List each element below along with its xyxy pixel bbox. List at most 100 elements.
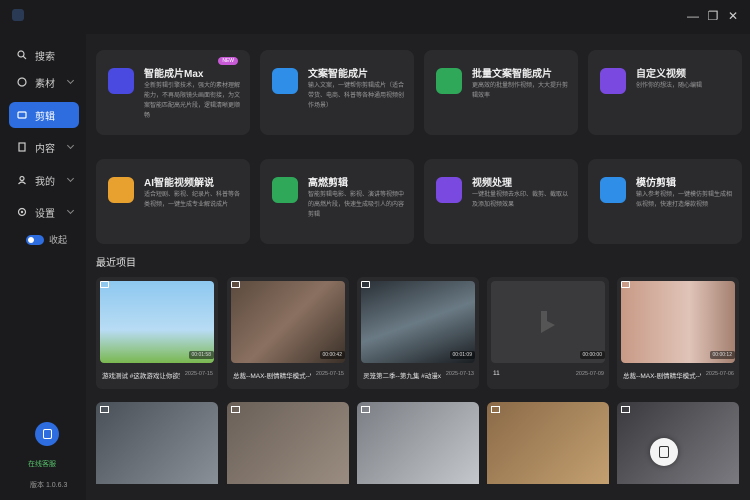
chat-icon	[42, 429, 52, 439]
scissors-icon	[17, 111, 27, 119]
film-scissors-icon	[272, 177, 298, 203]
folder-icon	[361, 281, 370, 288]
toggle-switch[interactable]	[26, 234, 44, 245]
project-date: 2025-07-13	[445, 371, 474, 377]
sidebar-item-search[interactable]: 搜索	[9, 42, 79, 68]
folder-icon	[621, 406, 630, 413]
chevron-down-icon	[66, 206, 75, 215]
tool-card-ai-narration[interactable]: AI智能视频解说 适合短剧、影视、纪录片、科普等各类视频，一键生成专业解说成片	[96, 159, 250, 244]
tool-desc: 智能剪辑电影、影视、演讲等视频中的高燃片段，快速生成吸引人的内容剪辑	[308, 192, 405, 218]
folder-icon	[231, 406, 240, 413]
sidebar-item-label: 我的	[35, 176, 55, 188]
project-name: 总裁--MAX-剧情精华模式--V1	[623, 373, 701, 380]
robot-icon	[108, 68, 134, 94]
version-label: 版本 1.0.6.3	[30, 482, 68, 489]
app-logo-icon	[12, 9, 24, 21]
tool-desc: 一键批量视频去水印、裁剪、截取以及添加视频效果	[472, 192, 569, 208]
sidebar-item-mine[interactable]: 我的	[9, 167, 79, 193]
project-date: 2025-07-09	[575, 371, 604, 377]
tool-card-video-process[interactable]: 视频处理 一键批量视频去水印、裁剪、截取以及添加视频效果	[424, 159, 578, 244]
tool-title: 高燃剪辑	[308, 178, 348, 189]
project-card[interactable]: 00:00:42 总裁--MAX-剧情精华模式--V2 2025-07-15	[227, 277, 349, 389]
ai-chat-icon	[108, 177, 134, 203]
sidebar-item-label: 剪辑	[35, 111, 55, 123]
folder-icon	[361, 406, 370, 413]
project-card[interactable]: 00:00:00 11 2025-07-09	[487, 277, 609, 389]
gear-icon	[17, 207, 27, 217]
project-name: 11	[493, 370, 500, 377]
project-date: 2025-07-06	[705, 371, 734, 377]
duration-label: 00:00:42	[319, 351, 345, 359]
project-date: 2025-07-15	[315, 371, 344, 377]
sidebar: 搜索 素材 剪辑 内容 我的 设置 收起 在线客服 版本 1.0.6.3	[0, 34, 86, 500]
project-name: 游戏测试 #这款游戏让你欲罢不能	[102, 373, 180, 380]
sidebar-item-settings[interactable]: 设置	[9, 199, 79, 225]
close-icon[interactable]: ✕	[726, 9, 740, 23]
project-date: 2025-07-15	[184, 371, 213, 377]
tool-desc: 输入参考视频，一键模仿剪辑生成相似视频，快速打造爆款视频	[636, 192, 733, 208]
folder-icon	[621, 281, 630, 288]
online-service-link[interactable]: 在线客服	[28, 459, 56, 469]
feedback-button[interactable]	[650, 438, 678, 466]
restore-icon[interactable]: ❐	[706, 9, 720, 23]
sidebar-item-label: 内容	[35, 143, 55, 155]
sidebar-item-label: 素材	[35, 78, 55, 90]
grid-icon	[600, 177, 626, 203]
document-icon	[659, 446, 669, 458]
sidebar-item-content[interactable]: 内容	[9, 134, 79, 160]
tool-desc: 适合短剧、影视、纪录片、科普等各类视频，一键生成专业解说成片	[144, 192, 241, 208]
duration-label: 00:01:58	[188, 351, 214, 359]
duration-label: 00:00:00	[579, 351, 605, 359]
collapse-toggle[interactable]: 收起	[26, 233, 67, 246]
tool-card-smart-max[interactable]: 智能成片Max 全新剪辑引擎技术，强大的素材理解能力，不再局限镜头画面衔接，为文…	[96, 50, 250, 135]
tool-card-batch-copy[interactable]: 批量文案智能成片 更高效的批量制作视频，大大提升剪辑效率	[424, 50, 578, 135]
sidebar-item-label: 设置	[35, 208, 55, 220]
project-card[interactable]: 00:01:58 游戏测试 #这款游戏让你欲罢不能 2025-07-15	[96, 277, 218, 389]
project-card[interactable]: 00:01:09 灵笼第二季--第九集 #动漫x 2025-07-13	[357, 277, 479, 389]
project-card[interactable]	[617, 402, 739, 484]
tool-desc: 输入文案，一键帮你剪辑成片（适合带货、电商、科普等各种通用视频创作场景）	[308, 83, 405, 109]
tool-title: 智能成片Max	[144, 69, 204, 80]
minimize-icon[interactable]: —	[686, 9, 700, 23]
placeholder-logo-icon	[541, 311, 555, 333]
tool-card-highlight-edit[interactable]: 高燃剪辑 智能剪辑电影、影视、演讲等视频中的高燃片段，快速生成吸引人的内容剪辑	[260, 159, 414, 244]
sidebar-item-label: 搜索	[35, 51, 55, 63]
project-card[interactable]: 00:00:12 总裁--MAX-剧情精华模式--V1 2025-07-06	[617, 277, 739, 389]
title-bar: — ❐ ✕	[0, 0, 750, 34]
tool-card-imitate-edit[interactable]: 模仿剪辑 输入参考视频，一键模仿剪辑生成相似视频，快速打造爆款视频	[588, 159, 742, 244]
tool-title: 文案智能成片	[308, 69, 368, 80]
tool-card-custom-video[interactable]: 自定义视频 创作你的想法，随心编辑	[588, 50, 742, 135]
recent-projects-title: 最近项目	[96, 258, 136, 269]
sidebar-item-edit[interactable]: 剪辑	[9, 102, 79, 128]
tool-title: 批量文案智能成片	[472, 69, 552, 80]
folder-icon	[100, 281, 109, 288]
material-icon	[17, 77, 27, 87]
sidebar-item-material[interactable]: 素材	[9, 69, 79, 95]
project-card[interactable]	[357, 402, 479, 484]
project-name: 总裁--MAX-剧情精华模式--V2	[233, 373, 311, 380]
project-card[interactable]	[487, 402, 609, 484]
folder-icon	[100, 406, 109, 413]
layers-icon	[436, 68, 462, 94]
tool-card-copy-smart[interactable]: 文案智能成片 输入文案，一键帮你剪辑成片（适合带货、电商、科普等各种通用视频创作…	[260, 50, 414, 135]
new-badge: NEW	[218, 57, 238, 65]
search-icon	[17, 50, 27, 60]
chevron-down-icon	[66, 141, 75, 150]
video-edit-icon	[600, 68, 626, 94]
project-card[interactable]	[227, 402, 349, 484]
tool-title: AI智能视频解说	[144, 178, 214, 189]
folder-icon	[491, 406, 500, 413]
user-icon	[18, 175, 26, 185]
chevron-down-icon	[66, 174, 75, 183]
tool-desc: 全新剪辑引擎技术，强大的素材理解能力，不再局限镜头画面衔接，为文案智能匹配高光片…	[144, 83, 241, 119]
tool-desc: 更高效的批量制作视频，大大提升剪辑效率	[472, 83, 569, 99]
customer-service-button[interactable]	[35, 422, 59, 446]
tool-title: 自定义视频	[636, 69, 686, 80]
document-icon	[18, 142, 26, 152]
tool-title: 模仿剪辑	[636, 178, 676, 189]
chevron-down-icon	[66, 76, 75, 85]
duration-label: 00:01:09	[449, 351, 475, 359]
project-card[interactable]	[96, 402, 218, 484]
tool-title: 视频处理	[472, 178, 512, 189]
video-process-icon	[436, 177, 462, 203]
